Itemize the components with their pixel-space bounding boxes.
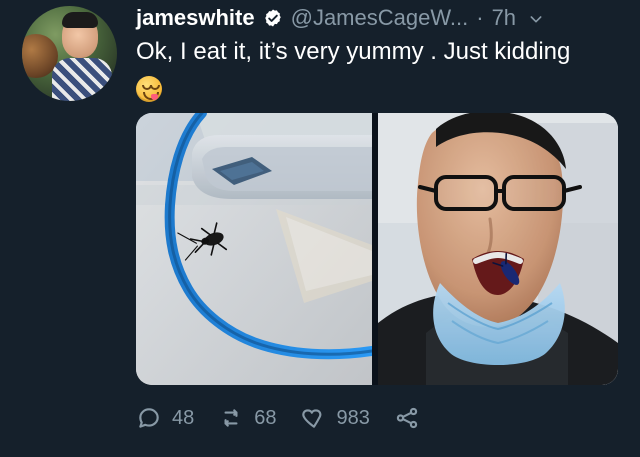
retweet-icon bbox=[224, 409, 238, 427]
display-name[interactable]: jameswhite bbox=[136, 4, 255, 32]
like-count: 983 bbox=[336, 407, 370, 429]
media-image-bug-on-desk-art bbox=[136, 113, 372, 385]
avatar-shirt bbox=[52, 58, 112, 101]
tweet-text: Ok, I eat it, it’s very yummy . Just kid… bbox=[136, 38, 571, 65]
retweet-count: 68 bbox=[254, 407, 277, 429]
reply-action[interactable]: 48 bbox=[136, 402, 194, 434]
share-icon bbox=[396, 407, 418, 429]
tweet-actions: 48 68 983 bbox=[136, 402, 626, 434]
media-image-man-with-bug-art bbox=[378, 113, 618, 385]
avatar[interactable] bbox=[22, 6, 117, 101]
timestamp[interactable]: 7h bbox=[492, 4, 516, 32]
share-action[interactable] bbox=[394, 405, 420, 431]
emoji-tongue bbox=[151, 94, 158, 100]
emoji-right-eye bbox=[150, 85, 160, 90]
media-image-man-with-bug[interactable] bbox=[378, 113, 618, 385]
time-separator: · bbox=[476, 5, 484, 30]
avatar-hair bbox=[62, 12, 98, 28]
retweet-action[interactable]: 68 bbox=[218, 402, 277, 434]
handle[interactable]: @JamesCageW... bbox=[291, 4, 469, 32]
media-grid bbox=[136, 113, 618, 385]
media-image-bug-on-desk[interactable] bbox=[136, 113, 372, 385]
like-action[interactable]: 983 bbox=[301, 402, 370, 434]
chevron-down-icon[interactable] bbox=[528, 11, 544, 27]
reply-icon bbox=[139, 408, 159, 428]
heart-icon bbox=[301, 409, 321, 428]
face-savoring-food-emoji bbox=[136, 76, 162, 102]
reply-count: 48 bbox=[172, 407, 195, 429]
tweet-header: jameswhite @JamesCageW... · 7h bbox=[136, 4, 626, 32]
verified-badge-icon bbox=[263, 8, 283, 28]
